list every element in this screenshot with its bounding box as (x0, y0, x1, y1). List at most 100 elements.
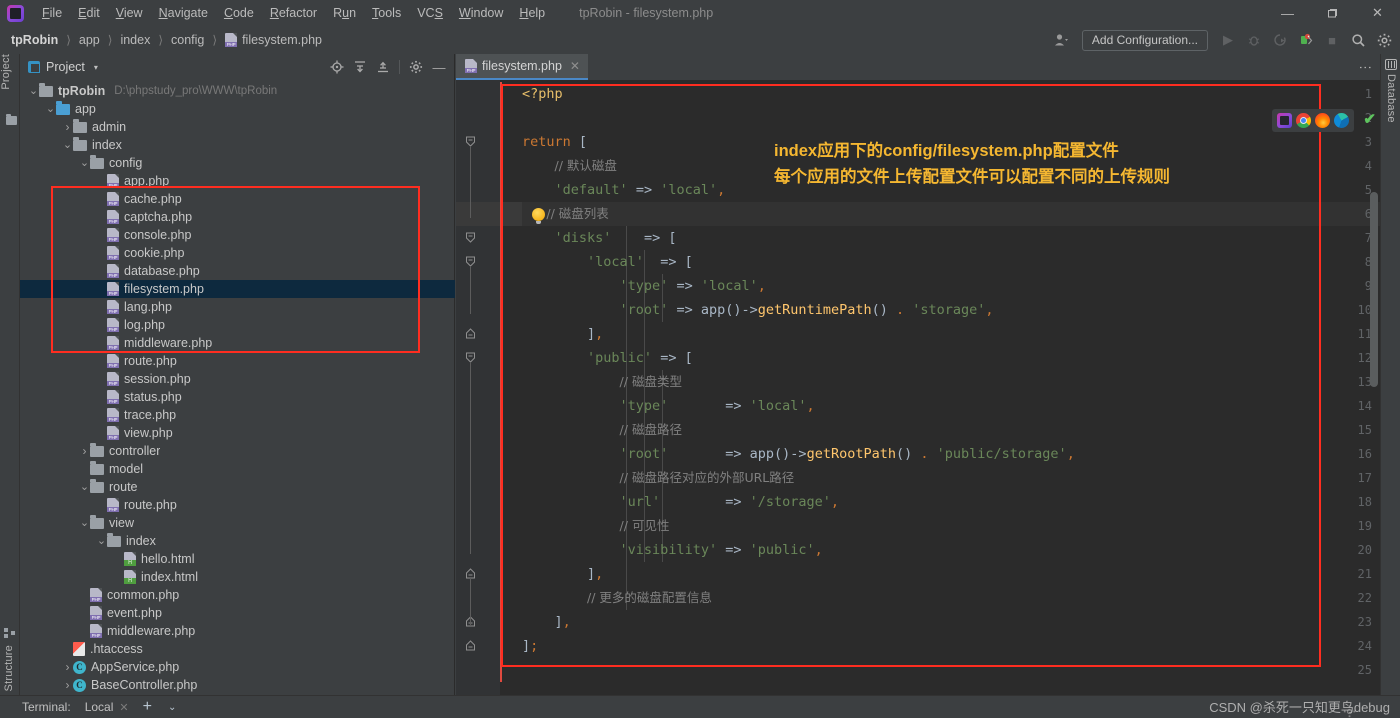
chrome-browser-icon[interactable] (1296, 113, 1311, 128)
editor-tab-filesystem[interactable]: filesystem.php ✕ (456, 54, 588, 80)
tree-file-captcha.php[interactable]: captcha.php (20, 208, 455, 226)
chevron-down-icon[interactable]: ⌄ (28, 85, 39, 96)
code-line[interactable]: 'root' => app()->getRuntimePath() . 'sto… (522, 298, 1380, 322)
tree-file-index.html[interactable]: index.html (20, 568, 455, 586)
menu-item-code[interactable]: Code (216, 3, 262, 23)
tree-file-filesystem.php[interactable]: filesystem.php (20, 280, 455, 298)
edge-browser-icon[interactable] (1334, 113, 1349, 128)
tree-folder-index[interactable]: ⌄ index (20, 532, 455, 550)
close-button[interactable]: ✕ (1355, 0, 1400, 26)
tree-folder-app[interactable]: ⌄ app (20, 100, 455, 118)
menu-item-help[interactable]: Help (511, 3, 553, 23)
project-file-tree[interactable]: ⌄ tpRobin D:\phpstudy_pro\WWW\tpRobin ⌄ app ›… (20, 80, 455, 695)
fold-expand-end-icon[interactable] (465, 640, 476, 651)
chevron-down-icon[interactable]: ⌄ (45, 103, 56, 114)
left-strip-project-button[interactable]: Project (0, 54, 19, 90)
fold-collapse-icon[interactable] (465, 232, 476, 243)
terminal-label[interactable]: Terminal: (22, 700, 71, 714)
breadcrumb-item-3[interactable]: config (168, 31, 207, 49)
tree-file-status.php[interactable]: status.php (20, 388, 455, 406)
code-line[interactable]: 'disks' => [ (522, 226, 1380, 250)
expand-all-icon[interactable] (349, 56, 371, 78)
tree-folder-index[interactable]: ⌄ index (20, 136, 455, 154)
add-terminal-icon[interactable]: + (143, 698, 152, 716)
tree-folder-model[interactable]: model (20, 460, 455, 478)
chevron-right-icon[interactable]: › (62, 660, 73, 674)
tree-file-route.php[interactable]: route.php (20, 352, 455, 370)
tree-file-event.php[interactable]: event.php (20, 604, 455, 622)
breadcrumb-item-0[interactable]: tpRobin (8, 31, 61, 49)
code-line[interactable]: // 可见性 (522, 514, 1380, 538)
code-line[interactable]: 'visibility' => 'public', (522, 538, 1380, 562)
tree-folder-route[interactable]: ⌄ route (20, 478, 455, 496)
editor-options-icon[interactable]: ⋮ (1357, 61, 1374, 74)
run-with-coverage-icon[interactable] (1268, 29, 1292, 51)
database-tool-label[interactable]: Database (1385, 74, 1397, 123)
terminal-dropdown-icon[interactable]: ⌄ (168, 702, 176, 713)
firefox-browser-icon[interactable] (1315, 113, 1330, 128)
code-line[interactable]: // 更多的磁盘配置信息 (522, 586, 1380, 610)
editor-scrollbar[interactable] (1370, 192, 1378, 387)
tree-file-lang.php[interactable]: lang.php (20, 298, 455, 316)
code-line[interactable]: 'type' => 'local', (522, 274, 1380, 298)
chevron-down-icon[interactable]: ⌄ (79, 157, 90, 168)
fold-expand-end-icon[interactable] (465, 328, 476, 339)
tree-folder-admin[interactable]: › admin (20, 118, 455, 136)
close-icon[interactable]: ✕ (570, 59, 580, 73)
menu-item-edit[interactable]: Edit (70, 3, 108, 23)
menu-item-refactor[interactable]: Refactor (262, 3, 325, 23)
tree-file-database.php[interactable]: database.php (20, 262, 455, 280)
tree-folder-view[interactable]: ⌄ view (20, 514, 455, 532)
tree-folder-controller[interactable]: › controller (20, 442, 455, 460)
maximize-button[interactable] (1310, 0, 1355, 26)
code-line[interactable]: 'root' => app()->getRootPath() . 'public… (522, 442, 1380, 466)
profile-icon[interactable] (1294, 29, 1318, 51)
tree-file-console.php[interactable]: console.php (20, 226, 455, 244)
tree-file-.htaccess[interactable]: .htaccess (20, 640, 455, 658)
stop-icon[interactable]: ■ (1320, 29, 1344, 51)
phpstorm-preview-icon[interactable] (1277, 113, 1292, 128)
menu-item-vcs[interactable]: VCS (409, 3, 451, 23)
tree-file-common.php[interactable]: common.php (20, 586, 455, 604)
run-icon[interactable]: ▶ (1216, 29, 1240, 51)
chevron-down-icon[interactable]: ⌄ (79, 481, 90, 492)
code-line[interactable]: 'local' => [ (522, 250, 1380, 274)
tree-file-middleware.php[interactable]: middleware.php (20, 622, 455, 640)
menu-item-tools[interactable]: Tools (364, 3, 409, 23)
tree-file-view.php[interactable]: view.php (20, 424, 455, 442)
settings-gear-icon[interactable] (1372, 29, 1396, 51)
project-panel-dropdown-icon[interactable]: ▾ (94, 63, 98, 72)
code-line[interactable]: ], (522, 562, 1380, 586)
close-icon[interactable]: ✕ (119, 701, 128, 714)
menu-item-file[interactable]: File (34, 3, 70, 23)
code-line[interactable] (522, 106, 1380, 130)
tree-file-cache.php[interactable]: cache.php (20, 190, 455, 208)
code-line[interactable]: // 磁盘类型 (522, 370, 1380, 394)
code-line[interactable]: ], (522, 322, 1380, 346)
inspection-status-icon[interactable]: ✔ (1363, 110, 1376, 128)
breadcrumb-item-2[interactable]: index (117, 31, 153, 49)
panel-settings-icon[interactable] (405, 56, 427, 78)
tree-file-middleware.php[interactable]: middleware.php (20, 334, 455, 352)
locate-icon[interactable] (326, 56, 348, 78)
code-line[interactable]: 'url' => '/storage', (522, 490, 1380, 514)
menu-item-navigate[interactable]: Navigate (151, 3, 216, 23)
tree-file-trace.php[interactable]: trace.php (20, 406, 455, 424)
code-line[interactable]: // 磁盘路径对应的外部URL路径 (522, 466, 1380, 490)
user-avatar-icon[interactable] (1050, 29, 1074, 51)
code-line[interactable]: // 磁盘列表 (522, 202, 1380, 226)
chevron-right-icon[interactable]: › (79, 444, 90, 458)
tree-file-AppService.php[interactable]: › C AppService.php (20, 658, 455, 676)
tree-file-app.php[interactable]: app.php (20, 172, 455, 190)
chevron-right-icon[interactable]: › (62, 120, 73, 134)
tree-file-hello.html[interactable]: hello.html (20, 550, 455, 568)
breadcrumb-item-1[interactable]: app (76, 31, 103, 49)
tree-file-log.php[interactable]: log.php (20, 316, 455, 334)
tree-folder-config[interactable]: ⌄ config (20, 154, 455, 172)
code-line[interactable]: // 磁盘路径 (522, 418, 1380, 442)
code-line[interactable]: 'type' => 'local', (522, 394, 1380, 418)
minimize-button[interactable]: — (1265, 0, 1310, 26)
debug-icon[interactable] (1242, 29, 1266, 51)
tree-file-session.php[interactable]: session.php (20, 370, 455, 388)
hide-panel-icon[interactable]: — (428, 56, 450, 78)
